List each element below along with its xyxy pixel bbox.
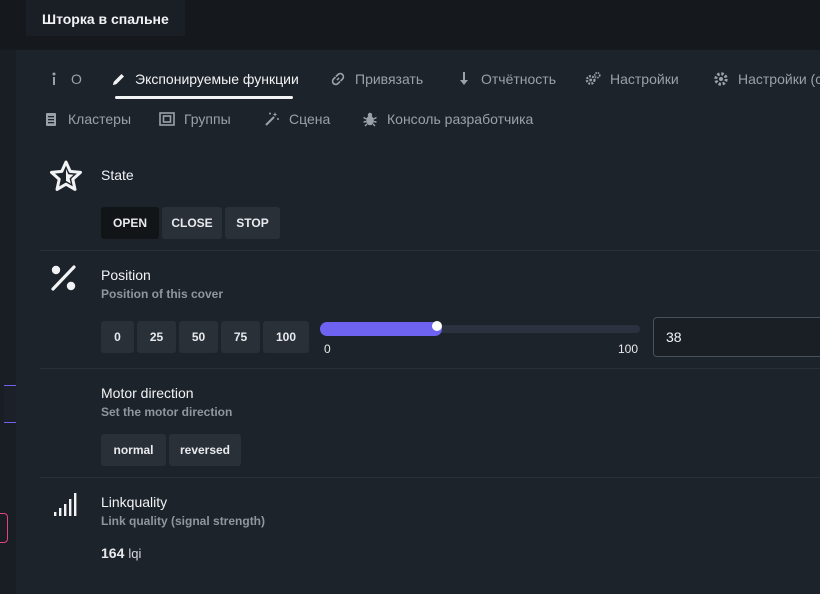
position-description: Position of this cover	[101, 287, 224, 301]
state-open-button[interactable]: OPEN	[101, 207, 159, 239]
sidebar-item-fragment[interactable]	[0, 513, 8, 543]
tab-label: Отчётность	[481, 71, 557, 87]
magic-wand-icon	[264, 111, 280, 127]
state-stop-button[interactable]: STOP	[225, 207, 280, 239]
divider	[40, 250, 820, 251]
signal-icon	[53, 491, 81, 520]
position-preset-25[interactable]: 25	[137, 321, 176, 353]
tab-info[interactable]: О	[46, 59, 82, 99]
tab-label: Кластеры	[68, 111, 131, 127]
linkquality-unit: lqi	[128, 546, 142, 561]
tab-label: Настройки (с	[738, 71, 820, 87]
tab-label: Привязать	[355, 71, 424, 87]
star-icon	[49, 160, 83, 195]
position-slider[interactable]	[320, 321, 640, 336]
pencil-icon	[110, 71, 126, 87]
slider-fill	[320, 322, 442, 336]
cog-icon	[713, 71, 729, 87]
tab-clusters[interactable]: Кластеры	[43, 99, 131, 139]
tab-bind[interactable]: Привязать	[330, 59, 423, 99]
info-icon	[46, 71, 62, 87]
position-preset-0[interactable]: 0	[101, 321, 134, 353]
divider	[40, 477, 820, 478]
position-preset-100[interactable]: 100	[263, 321, 309, 353]
state-title: State	[101, 167, 134, 183]
page-title: Шторка в спальне	[26, 0, 185, 36]
state-close-button[interactable]: CLOSE	[162, 207, 222, 239]
motor-normal-button[interactable]: normal	[101, 434, 166, 466]
motor-reversed-button[interactable]: reversed	[169, 434, 241, 466]
position-title: Position	[101, 267, 151, 283]
link-icon	[330, 71, 346, 87]
slider-max-label: 100	[618, 342, 639, 356]
clusters-icon	[43, 111, 59, 127]
motor-direction-description: Set the motor direction	[101, 405, 233, 419]
tab-label: Группы	[184, 111, 231, 127]
linkquality-description: Link quality (signal strength)	[101, 514, 266, 528]
slider-min-label: 0	[324, 342, 331, 356]
tab-scene[interactable]: Сцена	[264, 99, 330, 139]
tab-label: Экспонируемые функции	[135, 71, 299, 87]
tab-settings-specific[interactable]: Настройки (с	[713, 59, 820, 99]
tab-label: О	[71, 71, 82, 87]
tab-label: Сцена	[289, 111, 331, 127]
arrow-down-icon	[456, 71, 472, 87]
tab-reporting[interactable]: Отчётность	[456, 59, 556, 99]
position-preset-75[interactable]: 75	[221, 321, 260, 353]
tab-exposes[interactable]: Экспонируемые функции	[110, 59, 299, 99]
cogs-icon	[585, 71, 601, 87]
divider	[40, 368, 820, 369]
linkquality-number: 164	[101, 545, 125, 561]
tab-groups[interactable]: Группы	[159, 99, 231, 139]
motor-direction-title: Motor direction	[101, 385, 194, 401]
groups-icon	[159, 111, 175, 127]
linkquality-value: 164 lqi	[101, 545, 141, 561]
tab-label: Настройки	[610, 71, 679, 87]
tab-dev-console[interactable]: Консоль разработчика	[362, 99, 533, 139]
titlebar: Шторка в спальне	[0, 0, 820, 50]
position-preset-50[interactable]: 50	[179, 321, 218, 353]
tab-settings[interactable]: Настройки	[585, 59, 679, 99]
percent-icon	[49, 264, 79, 295]
device-card: О Экспонируемые функции Привязать Отчётн…	[16, 50, 820, 594]
slider-thumb[interactable]	[432, 321, 442, 331]
position-input[interactable]: 38	[653, 317, 820, 357]
tab-label: Консоль разработчика	[387, 111, 534, 127]
linkquality-title: Linkquality	[101, 494, 168, 510]
bug-icon	[362, 111, 378, 127]
